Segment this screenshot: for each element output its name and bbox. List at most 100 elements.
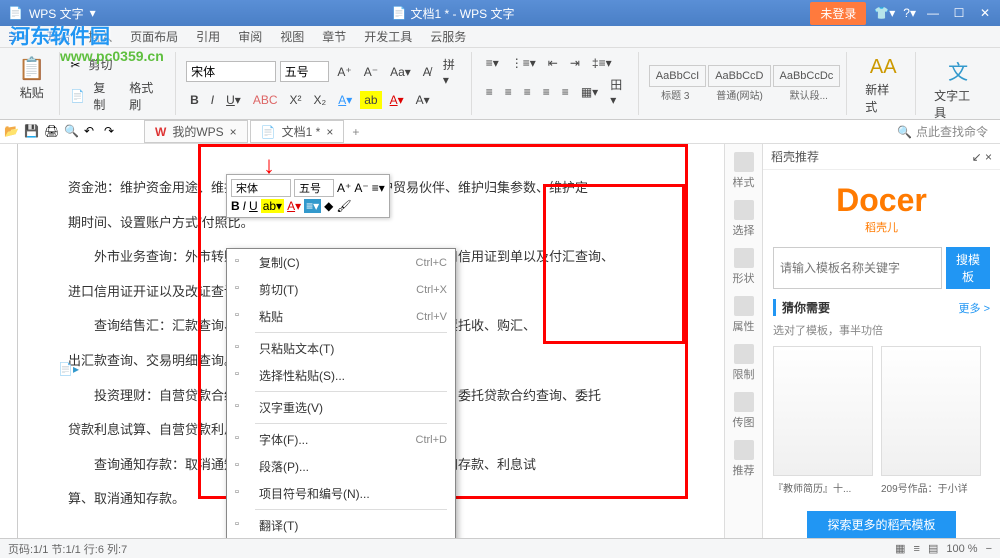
tab-view[interactable]: 视图 — [280, 28, 304, 45]
style-2[interactable]: AaBbCcD — [708, 65, 770, 87]
doc-tab-1[interactable]: 📄 文档1 * × — [250, 120, 345, 143]
tab-dev[interactable]: 开发工具 — [364, 28, 412, 45]
clear-format-button[interactable]: A̸ — [419, 63, 435, 81]
context-menu-item[interactable]: ▫翻译(T) — [227, 512, 455, 538]
line-spacing-button[interactable]: ‡≡▾ — [588, 54, 616, 72]
rail-item-1[interactable]: 选择 — [733, 200, 755, 238]
change-case-button[interactable]: Aa▾ — [386, 63, 415, 81]
mini-align-button[interactable]: ≡▾ — [304, 199, 321, 213]
qa-save-icon[interactable]: 💾 — [24, 124, 40, 140]
tab-close-icon[interactable]: × — [230, 125, 237, 139]
rail-item-3[interactable]: 属性 — [733, 296, 755, 334]
mini-size-select[interactable]: 五号 — [294, 179, 334, 197]
zoom-out-button[interactable]: − — [986, 543, 992, 555]
login-button[interactable]: 未登录 — [810, 2, 866, 25]
help-icon[interactable]: ?▾ — [903, 6, 916, 20]
maximize-button[interactable]: ☐ — [950, 4, 968, 22]
text-tools-button[interactable]: 文 文字工具 — [926, 54, 990, 123]
distribute-button[interactable]: ≡ — [558, 83, 573, 101]
docer-search-input[interactable] — [773, 247, 942, 289]
context-menu-item[interactable]: ▫复制(C)Ctrl+C — [227, 249, 455, 276]
close-button[interactable]: ✕ — [976, 4, 994, 22]
shirt-icon[interactable]: 👕▾ — [874, 6, 895, 20]
bold-button[interactable]: B — [186, 91, 203, 109]
mini-highlight-button[interactable]: ab▾ — [261, 199, 284, 213]
border-button[interactable]: 田▾ — [606, 74, 632, 109]
mini-grow-button[interactable]: A⁺ — [337, 181, 351, 195]
strike-button[interactable]: ABC — [249, 91, 282, 109]
font-color2-button[interactable]: A▾ — [386, 91, 408, 109]
numbering-button[interactable]: ⋮≡▾ — [507, 54, 540, 72]
format-painter-button[interactable]: 格式刷 — [125, 77, 169, 115]
grow-font-button[interactable]: A⁺ — [333, 63, 355, 81]
context-menu-item[interactable]: ▫字体(F)...Ctrl+D — [227, 426, 455, 453]
view-print-icon[interactable]: ▦ — [895, 542, 905, 555]
context-menu-item[interactable]: ▫段落(P)... — [227, 453, 455, 480]
tab-reference[interactable]: 引用 — [196, 28, 220, 45]
docer-explore-button[interactable]: 探索更多的稻壳模板 — [807, 511, 955, 538]
tab-layout[interactable]: 页面布局 — [130, 28, 178, 45]
mini-shrink-button[interactable]: A⁻ — [354, 181, 368, 195]
align-right-button[interactable]: ≡ — [520, 83, 535, 101]
find-command[interactable]: 🔍 点此查找命令 — [897, 123, 996, 140]
style-3[interactable]: AaBbCcDc — [773, 65, 841, 87]
docer-search-button[interactable]: 搜模板 — [946, 247, 990, 289]
docer-pin-icon[interactable]: ↙ — [972, 150, 982, 164]
copy-button[interactable]: 复制 — [89, 77, 121, 115]
qa-open-icon[interactable]: 📂 — [4, 124, 20, 140]
tab-close-icon[interactable]: × — [326, 125, 333, 139]
context-menu-item[interactable]: ▫选择性粘贴(S)... — [227, 362, 455, 389]
docer-more-link[interactable]: 更多 > — [959, 300, 990, 316]
tab-review[interactable]: 审阅 — [238, 28, 262, 45]
mini-fontcolor-button[interactable]: A▾ — [287, 199, 301, 213]
font-size-select[interactable]: 五号 — [280, 61, 330, 82]
phonetic-button[interactable]: 拼▾ — [439, 54, 465, 89]
docer-close-icon[interactable]: × — [985, 150, 992, 164]
view-outline-icon[interactable]: ▤ — [928, 542, 938, 555]
qa-redo-icon[interactable]: ↷ — [104, 124, 120, 140]
superscript-button[interactable]: X² — [286, 91, 306, 109]
bullets-button[interactable]: ≡▾ — [482, 54, 503, 72]
margin-marker-icon[interactable]: 📄▸ — [58, 362, 79, 376]
tab-section[interactable]: 章节 — [322, 28, 346, 45]
context-menu-item[interactable]: ▫汉字重选(V) — [227, 394, 455, 421]
font-color-button[interactable]: A▾ — [334, 91, 356, 109]
mini-format-painter-button[interactable]: 🖌 — [336, 199, 351, 213]
context-menu-item[interactable]: ▫剪切(T)Ctrl+X — [227, 276, 455, 303]
rail-item-0[interactable]: 样式 — [733, 152, 755, 190]
highlight-button[interactable]: ab — [360, 91, 381, 109]
template-card-1[interactable]: 『教师简历』十... — [773, 346, 873, 495]
mini-indent-button[interactable]: ◆ — [324, 199, 333, 213]
qa-preview-icon[interactable]: 🔍 — [64, 124, 80, 140]
rail-item-6[interactable]: 推荐 — [733, 440, 755, 478]
mini-bold-button[interactable]: B — [231, 199, 240, 213]
subscript-button[interactable]: X₂ — [310, 91, 331, 109]
underline-button[interactable]: U▾ — [222, 91, 245, 109]
qa-print-icon[interactable]: 🖨 — [44, 124, 60, 140]
indent-inc-button[interactable]: ⇥ — [566, 54, 584, 72]
indent-dec-button[interactable]: ⇤ — [544, 54, 562, 72]
char-border-button[interactable]: A▾ — [412, 91, 434, 109]
new-tab-button[interactable]: + — [346, 125, 365, 139]
mini-list-button[interactable]: ≡▾ — [372, 181, 385, 195]
mini-underline-button[interactable]: U — [249, 199, 258, 213]
qa-undo-icon[interactable]: ↶ — [84, 124, 100, 140]
rail-item-5[interactable]: 传图 — [733, 392, 755, 430]
doc-tab-wps[interactable]: W 我的WPS × — [144, 120, 248, 143]
zoom-level[interactable]: 100 % — [946, 543, 977, 555]
rail-item-2[interactable]: 形状 — [733, 248, 755, 286]
context-menu-item[interactable]: ▫项目符号和编号(N)... — [227, 480, 455, 507]
shading-button[interactable]: ▦▾ — [577, 83, 602, 101]
context-menu-item[interactable]: ▫只粘贴文本(T) — [227, 335, 455, 362]
mini-font-select[interactable]: 宋体 — [231, 179, 291, 197]
new-style-button[interactable]: AA 新样式 — [857, 54, 909, 117]
rail-item-4[interactable]: 限制 — [733, 344, 755, 382]
template-card-2[interactable]: 209号作品：于小详 — [881, 346, 981, 495]
context-menu-item[interactable]: ▫粘贴Ctrl+V — [227, 303, 455, 330]
shrink-font-button[interactable]: A⁻ — [360, 63, 382, 81]
align-justify-button[interactable]: ≡ — [539, 83, 554, 101]
minimize-button[interactable]: — — [924, 4, 942, 22]
style-1[interactable]: AaBbCcI — [649, 65, 706, 87]
document-area[interactable]: ↓ 📄▸ 资金池：维护资金用途、维护资金池特获信款利率、维护贸易伙伴、维护归集参… — [18, 144, 724, 538]
mini-italic-button[interactable]: I — [243, 199, 246, 213]
